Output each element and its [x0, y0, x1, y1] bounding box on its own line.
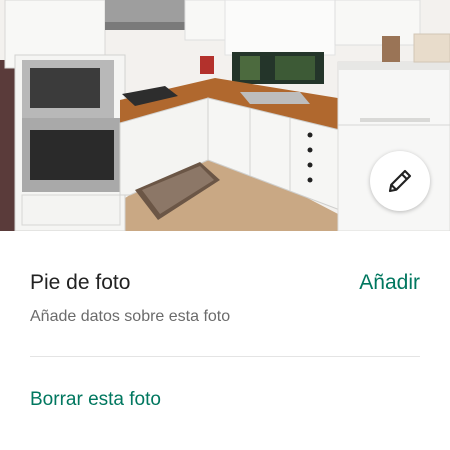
edit-photo-button[interactable] — [370, 151, 430, 211]
caption-title: Pie de foto — [30, 271, 131, 294]
divider — [30, 356, 420, 357]
caption-section: Pie de foto Añadir — [30, 268, 420, 298]
kitchen-photo — [0, 0, 450, 231]
delete-photo-button[interactable]: Borrar esta foto — [30, 389, 161, 411]
add-caption-button[interactable]: Añadir — [359, 271, 420, 295]
caption-subtitle: Añade datos sobre esta foto — [30, 308, 231, 325]
pencil-icon — [388, 169, 412, 193]
